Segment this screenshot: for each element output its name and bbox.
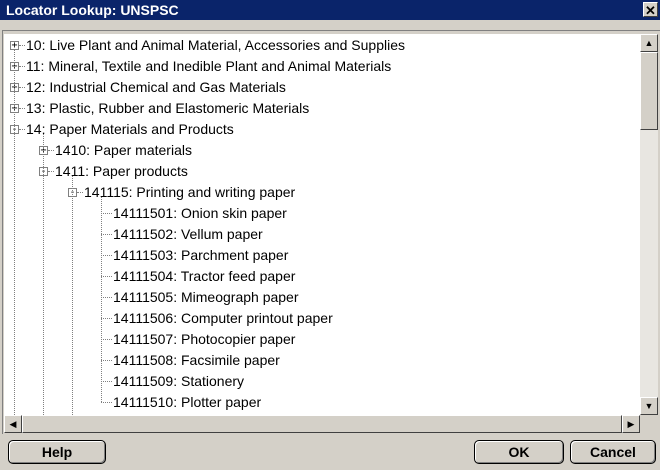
tree-connector bbox=[101, 339, 112, 340]
tree-node-label: 10: Live Plant and Animal Material, Acce… bbox=[26, 37, 405, 53]
tree-node-label: 14111508: Facsimile paper bbox=[113, 352, 280, 368]
ok-button[interactable]: OK bbox=[474, 440, 564, 464]
tree-node-label: 11: Mineral, Textile and Inedible Plant … bbox=[26, 58, 392, 74]
tree-node[interactable]: 14111503: Parchment paper bbox=[4, 245, 640, 266]
tree-connector bbox=[77, 192, 83, 193]
tree-guide-line bbox=[72, 176, 73, 415]
scroll-right-button[interactable]: ▶ bbox=[622, 415, 640, 433]
window-title: Locator Lookup: UNSPSC bbox=[6, 2, 179, 18]
tree-node-label: 1411: Paper products bbox=[55, 163, 188, 179]
tree-connector bbox=[101, 276, 112, 277]
tree-node-label: 141115: Printing and writing paper bbox=[84, 184, 296, 200]
tree-connector bbox=[19, 66, 25, 67]
tree-connector bbox=[19, 45, 25, 46]
tree-connector bbox=[101, 402, 112, 403]
tree-node-label: 14111505: Mimeograph paper bbox=[113, 289, 299, 305]
tree-connector bbox=[101, 234, 112, 235]
tree-node-label: 14111501: Onion skin paper bbox=[113, 205, 287, 221]
tree-node[interactable]: 14111510: Plotter paper bbox=[4, 392, 640, 413]
tree-node[interactable]: 14111508: Facsimile paper bbox=[4, 350, 640, 371]
tree-connector bbox=[101, 255, 112, 256]
tree-node[interactable]: +10: Live Plant and Animal Material, Acc… bbox=[4, 35, 640, 56]
tree-node[interactable]: -1411: Paper products bbox=[4, 161, 640, 182]
scrollbar-corner bbox=[640, 415, 658, 433]
tree-connector bbox=[101, 381, 112, 382]
tree-node-label: 14111509: Stationery bbox=[113, 373, 245, 389]
tree-connector bbox=[101, 297, 112, 298]
tree-node[interactable]: +1410: Paper materials bbox=[4, 140, 640, 161]
tree-node[interactable]: -141115: Printing and writing paper bbox=[4, 182, 640, 203]
tree-connector bbox=[19, 108, 25, 109]
tree-node-label: 13: Plastic, Rubber and Elastomeric Mate… bbox=[26, 100, 310, 116]
tree-connector bbox=[19, 87, 25, 88]
tree-node[interactable]: 14111509: Stationery bbox=[4, 371, 640, 392]
scroll-left-button[interactable]: ◀ bbox=[4, 415, 22, 433]
tree-connector bbox=[101, 213, 112, 214]
tree-guide-line bbox=[14, 50, 15, 415]
tree-node-label: 1410: Paper materials bbox=[55, 142, 192, 158]
tree-node-label: 14111506: Computer printout paper bbox=[113, 310, 333, 326]
tree-node-label: 14: Paper Materials and Products bbox=[26, 121, 234, 137]
tree-connector bbox=[48, 171, 54, 172]
tree-node-label: 14111502: Vellum paper bbox=[113, 226, 263, 242]
scroll-down-button[interactable]: ▼ bbox=[640, 397, 658, 415]
tree-node[interactable]: 14111506: Computer printout paper bbox=[4, 308, 640, 329]
tree-node-label: 14111510: Plotter paper bbox=[113, 394, 262, 410]
expand-icon[interactable]: + bbox=[10, 41, 19, 51]
tree-node[interactable]: 14111504: Tractor feed paper bbox=[4, 266, 640, 287]
scroll-up-button[interactable]: ▲ bbox=[640, 34, 658, 52]
tree-node[interactable]: +11: Mineral, Textile and Inedible Plant… bbox=[4, 56, 640, 77]
tree-connector bbox=[101, 360, 112, 361]
title-bar: Locator Lookup: UNSPSC ✕ bbox=[0, 0, 660, 20]
tree-node[interactable]: -14: Paper Materials and Products bbox=[4, 119, 640, 140]
tree-node[interactable]: +13: Plastic, Rubber and Elastomeric Mat… bbox=[4, 98, 640, 119]
vertical-scroll-thumb[interactable] bbox=[640, 52, 658, 130]
cancel-button[interactable]: Cancel bbox=[570, 440, 656, 464]
category-tree[interactable]: +10: Live Plant and Animal Material, Acc… bbox=[4, 34, 640, 415]
tree-guide-line bbox=[43, 134, 44, 415]
tree-connector bbox=[19, 129, 25, 130]
tree-node[interactable]: +12: Industrial Chemical and Gas Materia… bbox=[4, 77, 640, 98]
tree-node-label: 14111504: Tractor feed paper bbox=[113, 268, 296, 284]
tree-connector bbox=[48, 150, 54, 151]
help-button[interactable]: Help bbox=[8, 440, 106, 464]
horizontal-scroll-thumb[interactable] bbox=[22, 415, 622, 433]
tree-node-label: 14111503: Parchment paper bbox=[113, 247, 289, 263]
tree-guide-line bbox=[101, 197, 102, 402]
tree-node-label: 14111507: Photocopier paper bbox=[113, 331, 296, 347]
dialog-window: Locator Lookup: UNSPSC ✕ +10: Live Plant… bbox=[0, 0, 660, 470]
tree-node-label: 12: Industrial Chemical and Gas Material… bbox=[26, 79, 286, 95]
tree-node[interactable]: 14111505: Mimeograph paper bbox=[4, 287, 640, 308]
tree-node[interactable]: 14111501: Onion skin paper bbox=[4, 203, 640, 224]
close-button[interactable]: ✕ bbox=[643, 2, 658, 18]
tree-connector bbox=[101, 318, 112, 319]
tree-node[interactable]: 14111502: Vellum paper bbox=[4, 224, 640, 245]
horizontal-scrollbar[interactable]: ◀ ▶ bbox=[4, 415, 640, 433]
vertical-scrollbar[interactable]: ▲ ▼ bbox=[640, 34, 658, 415]
tree-node[interactable]: 14111507: Photocopier paper bbox=[4, 329, 640, 350]
